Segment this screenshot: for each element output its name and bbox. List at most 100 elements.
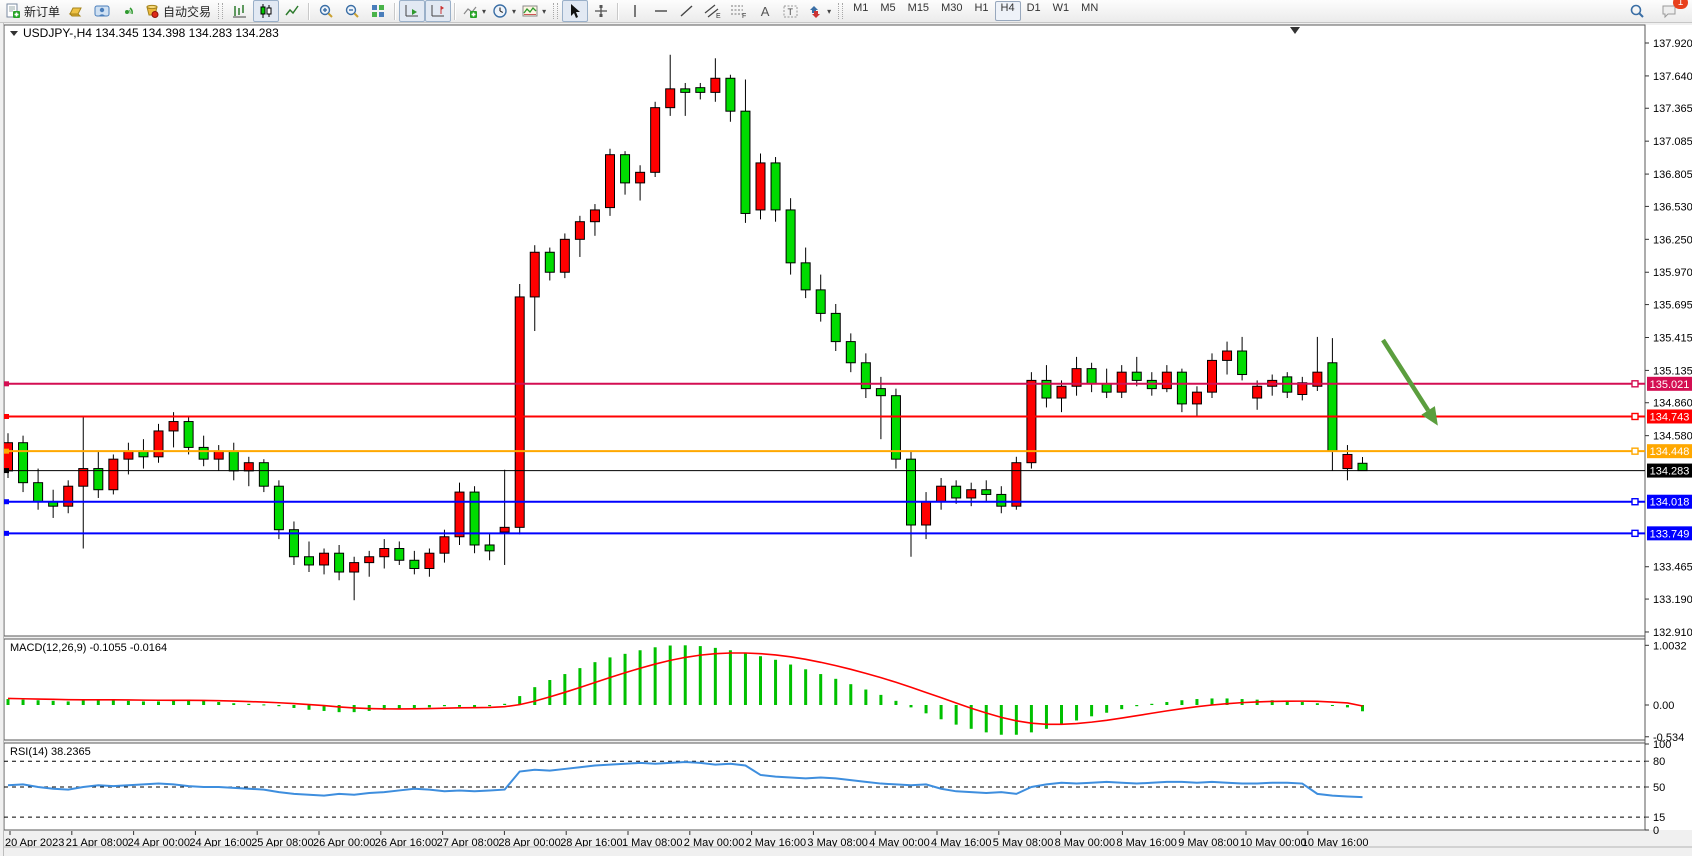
chart-area[interactable]: 135.021134.743134.448134.283134.018133.7…: [4, 23, 1692, 856]
chart-title: USDJPY-,H4 134.345 134.398 134.283 134.2…: [10, 26, 279, 40]
svg-text:134.860: 134.860: [1653, 398, 1692, 410]
svg-text:137.085: 137.085: [1653, 136, 1692, 148]
chart-shift-button[interactable]: [425, 0, 451, 22]
price-pane: [4, 25, 1645, 636]
templates-button[interactable]: ▾: [519, 0, 549, 22]
svg-text:134.743: 134.743: [1650, 411, 1690, 423]
main-toolbar: 新订单 自动交易 ▾ ▾: [0, 0, 1692, 23]
zoom-in-icon: [318, 3, 334, 19]
tf-mn-button[interactable]: MN: [1075, 1, 1104, 21]
tf-m5-button[interactable]: M5: [874, 1, 901, 21]
toolbar-grip: [838, 3, 843, 19]
svg-text:E: E: [716, 13, 721, 19]
dropdown-arrow-icon: ▾: [542, 7, 546, 16]
news-button[interactable]: [115, 0, 141, 22]
search-icon: [1629, 3, 1645, 19]
tf-h1-button[interactable]: H1: [968, 1, 994, 21]
auto-scroll-icon: [404, 3, 420, 19]
toolbar-grip: [218, 3, 223, 19]
equidistant-channel-button[interactable]: E: [700, 0, 726, 22]
rsi-label: RSI(14) 38.2365: [10, 746, 91, 758]
new-order-label: 新订单: [24, 3, 60, 20]
svg-text:50: 50: [1653, 782, 1665, 794]
svg-text:0: 0: [1653, 825, 1659, 837]
macd-pane: [4, 639, 1645, 740]
dropdown-arrow-icon: ▾: [482, 7, 486, 16]
svg-text:135.970: 135.970: [1653, 267, 1692, 279]
zoom-in-button[interactable]: [313, 0, 339, 22]
svg-text:135.135: 135.135: [1653, 365, 1692, 377]
svg-text:134.580: 134.580: [1653, 431, 1692, 443]
svg-text:136.530: 136.530: [1653, 201, 1692, 213]
community-button[interactable]: [89, 0, 115, 22]
tile-windows-icon: [370, 3, 386, 19]
svg-text:1.0032: 1.0032: [1653, 640, 1687, 652]
tf-m15-button[interactable]: M15: [902, 1, 935, 21]
auto-scroll-button[interactable]: [399, 0, 425, 22]
tf-h4-button[interactable]: H4: [995, 1, 1021, 21]
template-icon: [522, 3, 538, 19]
svg-text:T: T: [788, 7, 794, 17]
new-order-icon: [5, 3, 21, 19]
text-a-label: A: [761, 4, 770, 19]
candlestick-icon: [258, 3, 274, 19]
svg-text:137.920: 137.920: [1653, 38, 1692, 50]
svg-text:137.640: 137.640: [1653, 71, 1692, 83]
tf-w1-button[interactable]: W1: [1047, 1, 1076, 21]
tf-m30-button[interactable]: M30: [935, 1, 968, 21]
new-order-button[interactable]: 新订单: [2, 0, 63, 22]
svg-text:134.018: 134.018: [1650, 497, 1690, 509]
toolbar-separator: [454, 3, 456, 20]
auto-trading-button[interactable]: 自动交易: [141, 0, 214, 22]
periods-button[interactable]: ▾: [489, 0, 519, 22]
tf-m1-button[interactable]: M1: [847, 1, 874, 21]
toolbar-separator: [308, 3, 310, 20]
svg-text:137.365: 137.365: [1653, 103, 1692, 115]
text-label-icon: T: [782, 3, 800, 19]
candlestick-chart-button[interactable]: [253, 0, 279, 22]
market-depth-button[interactable]: [63, 0, 89, 22]
zoom-out-icon: [344, 3, 360, 19]
crosshair-button[interactable]: [588, 0, 614, 22]
indicators-icon: [462, 3, 478, 19]
symbol-ohlc-text: USDJPY-,H4 134.345 134.398 134.283 134.2…: [23, 26, 279, 40]
svg-text:F: F: [742, 13, 746, 19]
time-axis[interactable]: 20 Apr 202321 Apr 08:0024 Apr 00:0024 Ap…: [5, 831, 1368, 849]
zoom-out-button[interactable]: [339, 0, 365, 22]
indicators-button[interactable]: ▾: [459, 0, 489, 22]
chart-shift-icon: [430, 3, 446, 19]
text-label-button[interactable]: T: [778, 0, 804, 22]
text-button[interactable]: A: [752, 0, 778, 22]
svg-text:135.021: 135.021: [1650, 379, 1690, 391]
dropdown-arrow-icon: ▾: [512, 7, 516, 16]
auto-trading-label: 自动交易: [163, 3, 211, 20]
search-button[interactable]: [1624, 0, 1650, 22]
bar-chart-icon: [232, 3, 248, 19]
svg-text:0.00: 0.00: [1653, 700, 1674, 712]
svg-text:100: 100: [1653, 739, 1671, 751]
svg-text:133.749: 133.749: [1650, 528, 1690, 540]
trendline-button[interactable]: [674, 0, 700, 22]
macd-label: MACD(12,26,9) -0.1055 -0.0164: [10, 642, 167, 654]
svg-text:132.910: 132.910: [1653, 627, 1692, 639]
fibonacci-icon: F: [730, 3, 748, 19]
svg-text:135.415: 135.415: [1653, 332, 1692, 344]
tf-d1-button[interactable]: D1: [1021, 1, 1047, 21]
vertical-line-icon: [628, 3, 642, 19]
svg-text:133.465: 133.465: [1653, 562, 1692, 574]
bar-chart-button[interactable]: [227, 0, 253, 22]
svg-text:15: 15: [1653, 812, 1665, 824]
chat-button[interactable]: 1: [1656, 0, 1682, 22]
cursor-button[interactable]: [562, 0, 588, 22]
svg-text:133.190: 133.190: [1653, 594, 1692, 606]
vertical-line-button[interactable]: [622, 0, 648, 22]
line-chart-button[interactable]: [279, 0, 305, 22]
tile-windows-button[interactable]: [365, 0, 391, 22]
line-chart-icon: [284, 3, 300, 19]
trendline-icon: [679, 3, 695, 19]
arrows-button[interactable]: ▾: [804, 0, 834, 22]
notification-badge: 1: [1673, 0, 1688, 9]
svg-text:134.283: 134.283: [1650, 466, 1690, 478]
fibonacci-button[interactable]: F: [726, 0, 752, 22]
horizontal-line-button[interactable]: [648, 0, 674, 22]
